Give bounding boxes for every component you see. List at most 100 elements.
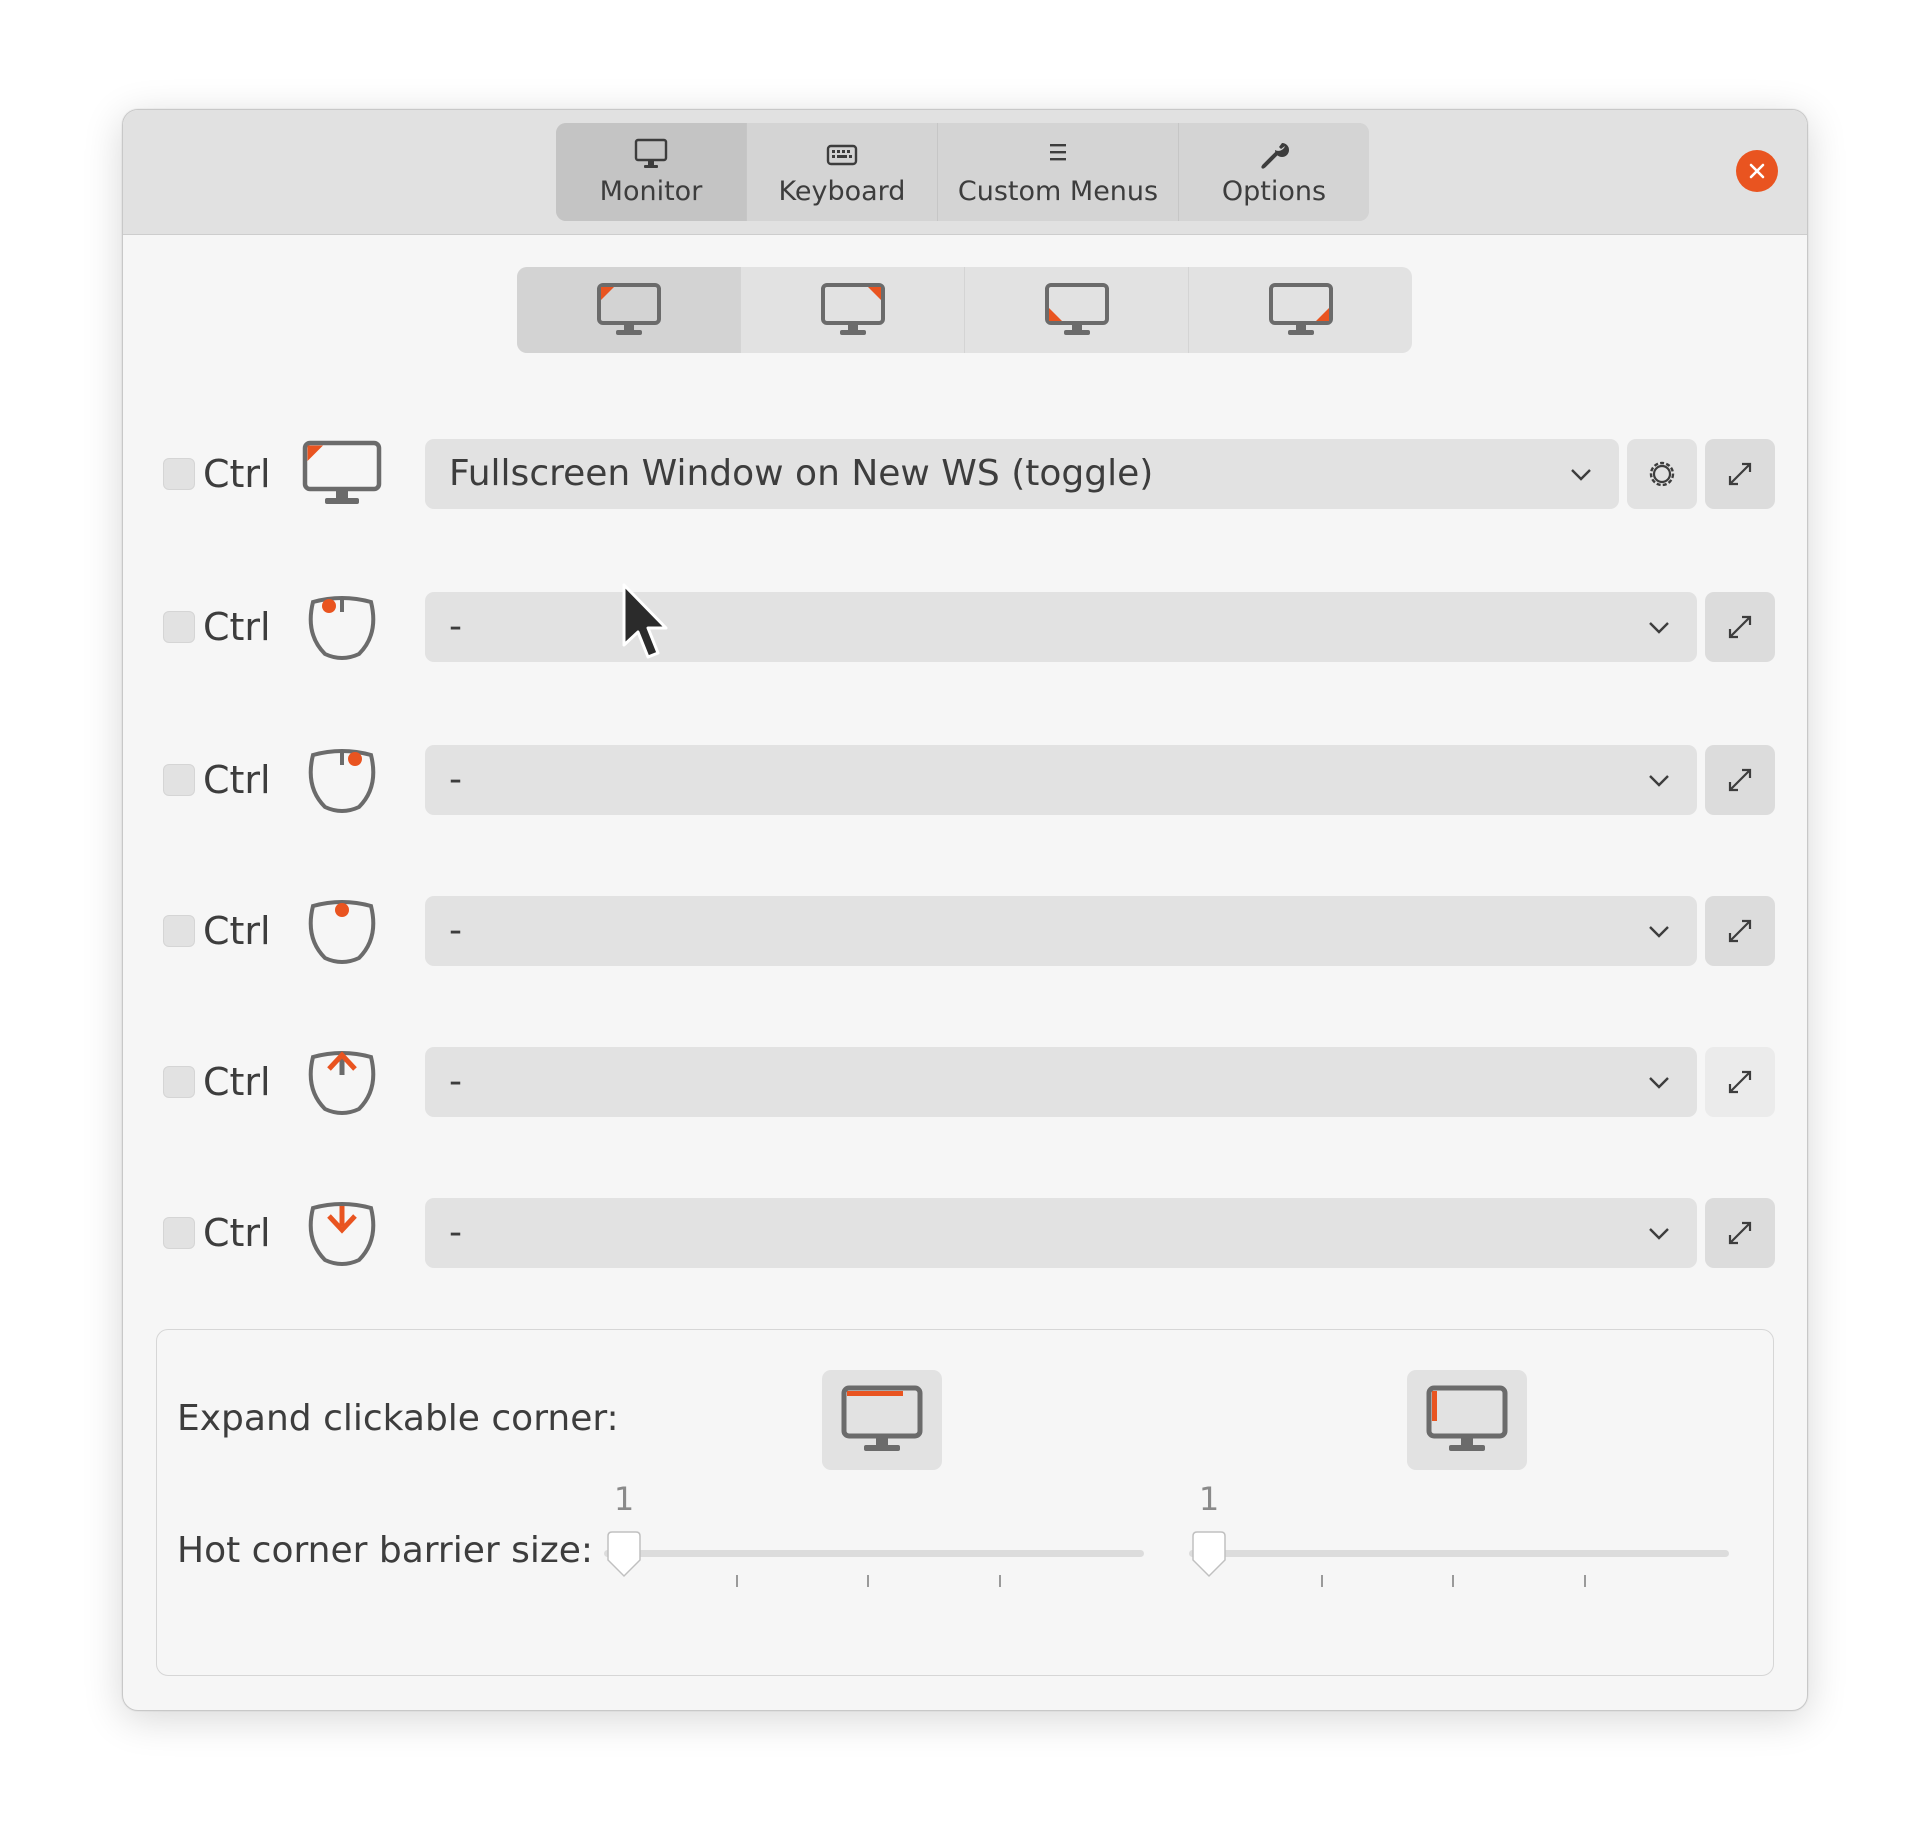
fullscreen-toggle-button[interactable] xyxy=(1705,896,1775,966)
ctrl-checkbox[interactable] xyxy=(163,1217,195,1249)
slider-tick xyxy=(1452,1575,1454,1587)
mouse-middle-button-icon xyxy=(308,900,376,964)
action-dropdown-value: - xyxy=(449,1061,462,1102)
horizontal-barrier-slider[interactable]: 1 xyxy=(604,1480,1144,1630)
expand-vertical-toggle[interactable] xyxy=(1407,1370,1527,1470)
ctrl-label: Ctrl xyxy=(203,605,271,649)
ctrl-checkbox[interactable] xyxy=(163,458,195,490)
vertical-barrier-slider[interactable]: 1 xyxy=(1189,1480,1729,1630)
action-dropdown-value: - xyxy=(449,606,462,647)
tab-custom-menus[interactable]: Custom Menus xyxy=(938,123,1179,221)
corner-tab-bottom-left[interactable] xyxy=(965,267,1189,353)
action-dropdown[interactable]: - xyxy=(425,592,1697,662)
preferences-window: Monitor Keyboard Custom Menus Options Ct… xyxy=(122,109,1808,1711)
action-dropdown-value: - xyxy=(449,910,462,951)
ctrl-checkbox[interactable] xyxy=(163,611,195,643)
slider-tick xyxy=(1584,1575,1586,1587)
trigger-row-scroll-up: Ctrl - xyxy=(123,1047,1807,1117)
close-button[interactable] xyxy=(1736,150,1778,192)
fullscreen-toggle-button[interactable] xyxy=(1705,1198,1775,1268)
monitor-horizontal-edge-icon xyxy=(841,1385,923,1451)
slider-track xyxy=(1189,1550,1729,1557)
mouse-scroll-down-icon xyxy=(308,1202,376,1266)
tab-options[interactable]: Options xyxy=(1179,123,1369,221)
tab-monitor-label: Monitor xyxy=(599,175,703,207)
monitor-bottom-right-corner-icon xyxy=(1268,283,1333,335)
fullscreen-toggle-button[interactable] xyxy=(1705,1047,1775,1117)
mouse-scroll-up-icon xyxy=(308,1051,376,1115)
expand-horizontal-toggle[interactable] xyxy=(822,1370,942,1470)
chevron-down-icon xyxy=(1571,469,1591,481)
close-icon xyxy=(1749,163,1765,179)
slider-tick xyxy=(999,1575,1001,1587)
slider-tick xyxy=(867,1575,869,1587)
barrier-size-label: Hot corner barrier size: xyxy=(177,1530,594,1571)
monitor-vertical-edge-icon xyxy=(1426,1385,1508,1451)
tab-custom-menus-label: Custom Menus xyxy=(957,175,1159,207)
trigger-row-middle-button: Ctrl - xyxy=(123,896,1807,966)
chevron-down-icon xyxy=(1649,622,1669,634)
slider-track xyxy=(604,1550,1144,1557)
vertical-barrier-value: 1 xyxy=(1198,1480,1220,1518)
slider-tick xyxy=(736,1575,738,1587)
expand-icon xyxy=(1728,615,1752,639)
ctrl-checkbox[interactable] xyxy=(163,764,195,796)
expand-icon xyxy=(1728,1070,1752,1094)
tab-keyboard-label: Keyboard xyxy=(778,175,906,207)
ctrl-label: Ctrl xyxy=(203,758,271,802)
ctrl-label: Ctrl xyxy=(203,909,271,953)
mouse-primary-button-icon xyxy=(308,596,376,660)
corner-settings-frame: Expand clickable corner: Hot corner barr… xyxy=(156,1329,1774,1676)
tab-monitor[interactable]: Monitor xyxy=(556,123,747,221)
action-dropdown[interactable]: - xyxy=(425,896,1697,966)
action-dropdown[interactable]: - xyxy=(425,1198,1697,1268)
expand-icon xyxy=(1728,768,1752,792)
slider-handle[interactable] xyxy=(604,1530,644,1580)
action-dropdown-value: - xyxy=(449,759,462,800)
trigger-row-primary-button: Ctrl - xyxy=(123,592,1807,662)
fullscreen-toggle-button[interactable] xyxy=(1705,745,1775,815)
keyboard-icon xyxy=(826,144,858,165)
main-tab-switcher: Monitor Keyboard Custom Menus Options xyxy=(556,123,1369,221)
trigger-row-scroll-down: Ctrl - xyxy=(123,1198,1807,1268)
header-bar: Monitor Keyboard Custom Menus Options xyxy=(123,110,1807,235)
action-dropdown[interactable]: - xyxy=(425,1047,1697,1117)
tab-keyboard[interactable]: Keyboard xyxy=(747,123,938,221)
expand-corner-label: Expand clickable corner: xyxy=(177,1398,619,1439)
mouse-pointer-icon xyxy=(622,583,668,659)
ctrl-label: Ctrl xyxy=(203,1211,271,1255)
trigger-row-secondary-button: Ctrl - xyxy=(123,745,1807,815)
slider-tick xyxy=(1321,1575,1323,1587)
chevron-down-icon xyxy=(1649,1077,1669,1089)
expand-icon xyxy=(1728,1221,1752,1245)
monitor-bottom-left-corner-icon xyxy=(1044,283,1109,335)
mouse-secondary-button-icon xyxy=(308,749,376,813)
corner-tab-bottom-right[interactable] xyxy=(1189,267,1412,353)
chevron-down-icon xyxy=(1649,775,1669,787)
expand-icon xyxy=(1728,462,1752,486)
chevron-down-icon xyxy=(1649,1228,1669,1240)
corner-tab-top-right[interactable] xyxy=(741,267,965,353)
ctrl-checkbox[interactable] xyxy=(163,915,195,947)
action-dropdown-value: Fullscreen Window on New WS (toggle) xyxy=(449,453,1154,494)
monitor-top-left-corner-icon xyxy=(596,283,661,335)
trigger-row-hot-corner: Ctrl Fullscreen Window on New WS (toggle… xyxy=(123,439,1807,509)
monitor-hot-corner-icon xyxy=(302,440,382,504)
fullscreen-toggle-button[interactable] xyxy=(1705,592,1775,662)
slider-handle[interactable] xyxy=(1189,1530,1229,1580)
action-dropdown-value: - xyxy=(449,1212,462,1253)
wrench-icon xyxy=(1261,142,1289,169)
ctrl-label: Ctrl xyxy=(203,1060,271,1104)
ctrl-checkbox[interactable] xyxy=(163,1066,195,1098)
action-dropdown[interactable]: Fullscreen Window on New WS (toggle) xyxy=(425,439,1619,509)
gear-icon xyxy=(1649,461,1675,487)
corner-selector xyxy=(517,267,1412,353)
menu-list-icon xyxy=(1050,143,1066,160)
horizontal-barrier-value: 1 xyxy=(613,1480,635,1518)
corner-tab-top-left[interactable] xyxy=(517,267,741,353)
action-dropdown[interactable]: - xyxy=(425,745,1697,815)
chevron-down-icon xyxy=(1649,926,1669,938)
fullscreen-toggle-button[interactable] xyxy=(1705,439,1775,509)
monitor-top-right-corner-icon xyxy=(820,283,885,335)
action-settings-button[interactable] xyxy=(1627,439,1697,509)
